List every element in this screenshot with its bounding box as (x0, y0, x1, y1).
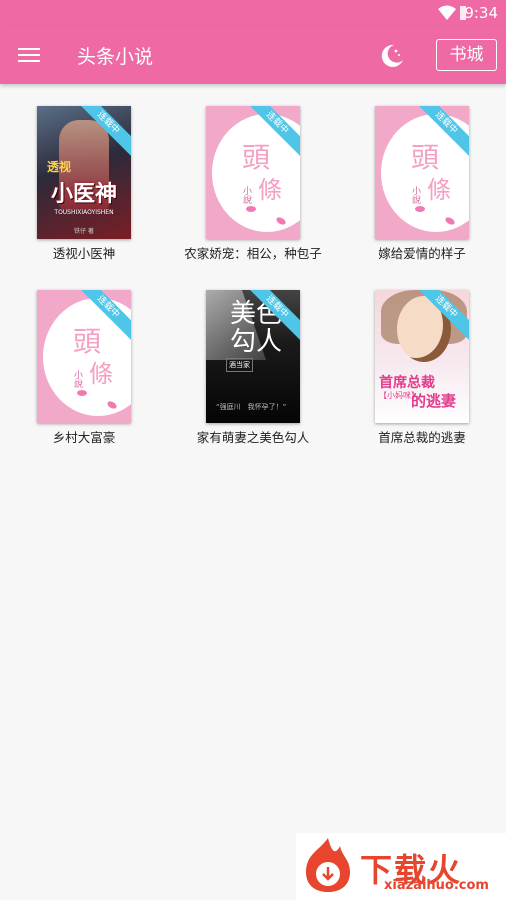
book-title: 家有萌妻之美色勾人 (196, 430, 310, 445)
book-item[interactable]: 頭 條 小說 连载中 农家娇宠：相公，种包子 (169, 84, 337, 261)
app-bar: 头条小说 书城 (0, 27, 506, 84)
status-bar: 9:34 (0, 0, 506, 27)
wifi-icon (438, 5, 456, 20)
book-cover: 首席总裁 【小妈咪】 的逃妻 连载中 (375, 290, 469, 423)
book-cover: 頭 條 小說 连载中 (206, 106, 300, 239)
page-title: 头条小说 (77, 46, 154, 68)
book-title: 透视小医神 (52, 246, 116, 261)
book-title: 农家娇宠：相公，种包子 (184, 246, 322, 261)
bookstore-button[interactable]: 书城 (436, 39, 497, 71)
book-title: 首席总裁的逃妻 (378, 430, 466, 445)
book-item[interactable]: 透视 小医神 TOUSHIXIAOYISHEN 铁仔 著 连载中 透视小医神 (0, 84, 168, 261)
status-time: 9:34 (464, 4, 498, 22)
book-title: 乡村大富豪 (52, 430, 116, 445)
book-item[interactable]: 頭 條 小說 连载中 嫁给爱情的样子 (338, 84, 506, 261)
book-item[interactable]: 美色勾人 酒当家 “强庭川 我怀孕了！” 连载中 家有萌妻之美色勾人 (169, 268, 337, 445)
menu-icon (18, 48, 40, 50)
book-cover: 頭 條 小說 连载中 (37, 290, 131, 423)
book-item[interactable]: 首席总裁 【小妈咪】 的逃妻 连载中 首席总裁的逃妻 (338, 268, 506, 445)
night-mode-icon[interactable] (377, 42, 405, 70)
book-title: 嫁给爱情的样子 (378, 246, 466, 261)
book-cover: 美色勾人 酒当家 “强庭川 我怀孕了！” 连载中 (206, 290, 300, 423)
book-item[interactable]: 頭 條 小說 连载中 乡村大富豪 (0, 268, 168, 445)
flame-logo-icon (306, 838, 350, 892)
menu-button[interactable] (18, 44, 40, 66)
watermark-url: xiazaihuo.com (384, 878, 489, 893)
book-cover: 頭 條 小說 连载中 (375, 106, 469, 239)
watermark: 下载火 xiazaihuo.com (296, 833, 506, 900)
book-cover: 透视 小医神 TOUSHIXIAOYISHEN 铁仔 著 连载中 (37, 106, 131, 239)
